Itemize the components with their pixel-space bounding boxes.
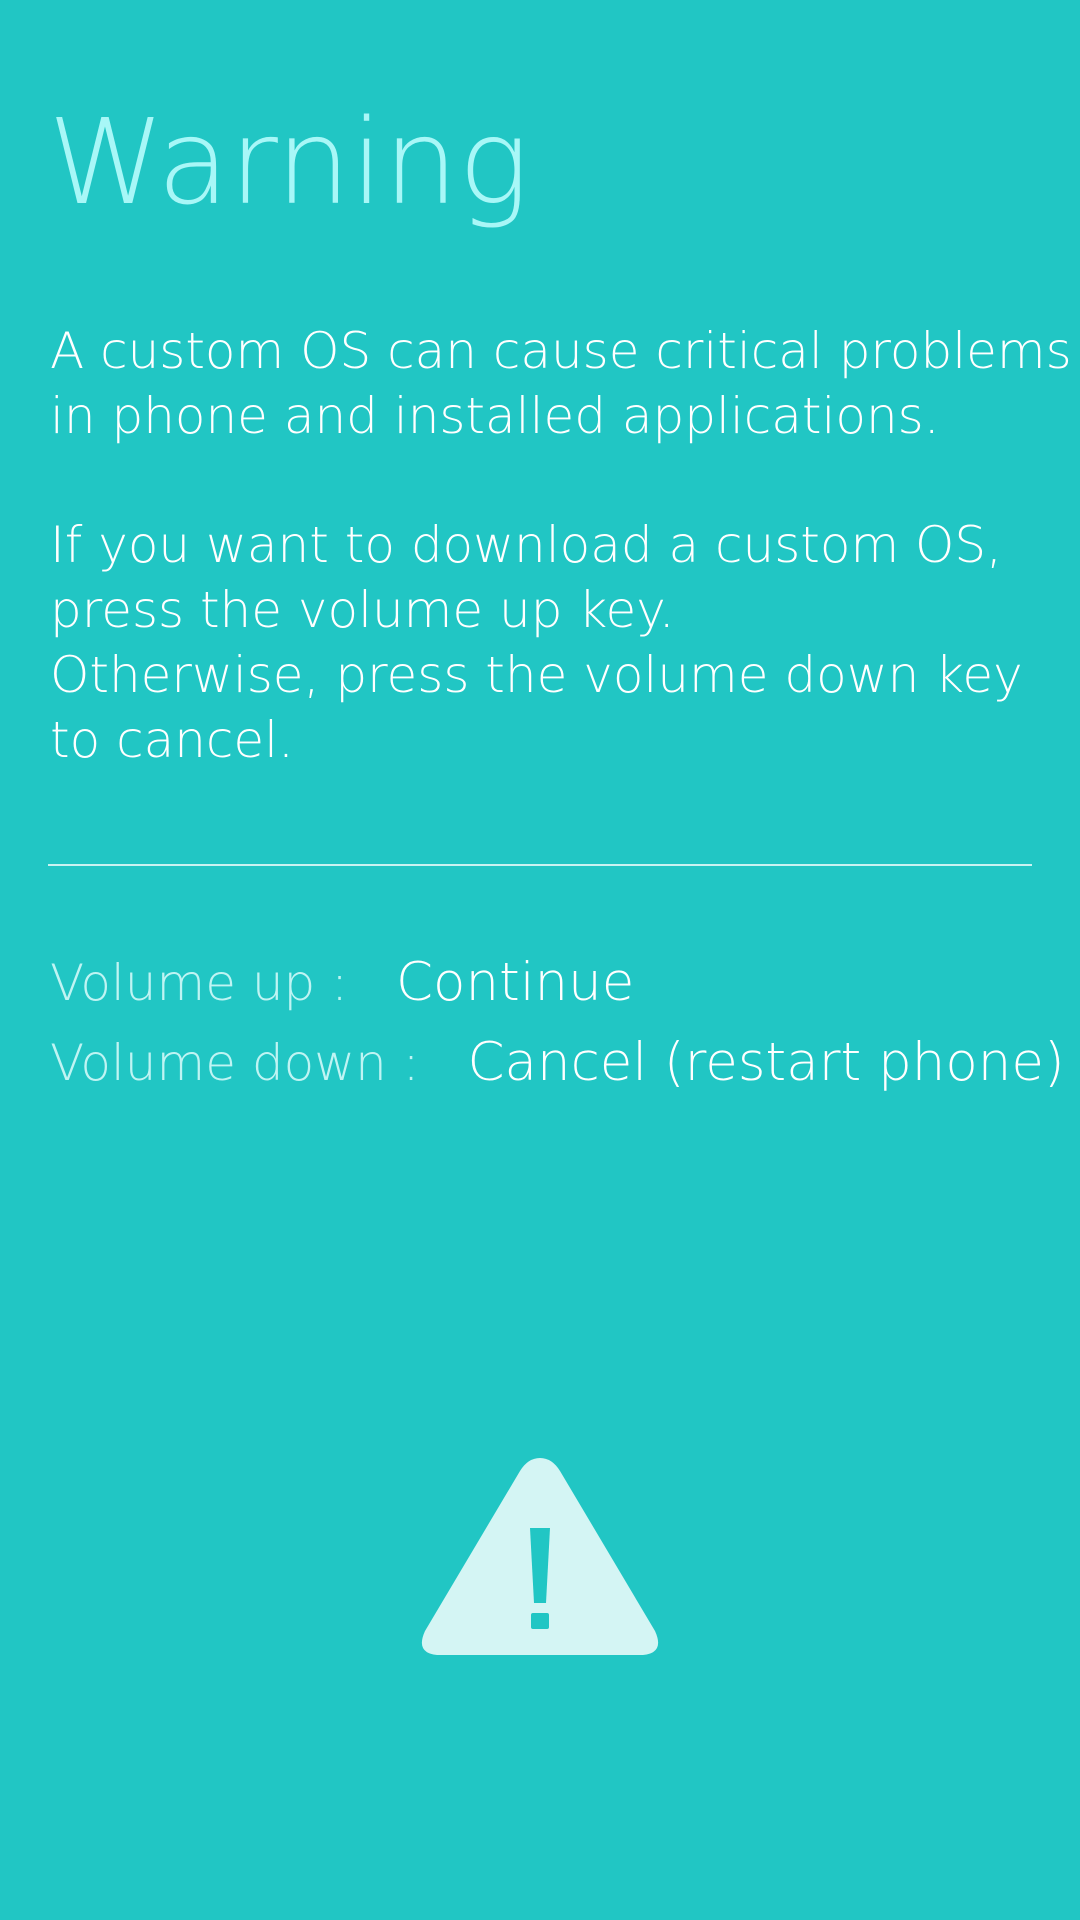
instruction-message-line: If you want to download a custom OS,	[50, 516, 1003, 574]
instruction-message-line: press the volume up key.	[50, 581, 675, 639]
download-mode-warning-screen: Warning A custom OS can cause critical p…	[0, 0, 1080, 1920]
volume-down-option[interactable]: Volume down : Cancel (restart phone)	[50, 1032, 1065, 1093]
volume-up-option[interactable]: Volume up : Continue	[50, 952, 634, 1013]
instruction-message: If you want to download a custom OS, pre…	[50, 513, 1050, 773]
cancel-restart-action[interactable]: Cancel (restart phone)	[468, 1032, 1065, 1093]
warning-message: A custom OS can cause critical problems …	[50, 319, 1072, 449]
continue-action[interactable]: Continue	[396, 952, 634, 1013]
volume-down-label: Volume down :	[50, 1034, 420, 1092]
warning-triangle-icon	[421, 1458, 659, 1655]
instruction-message-line: to cancel.	[50, 711, 294, 769]
divider	[48, 864, 1032, 866]
warning-message-line: A custom OS can cause critical problems	[50, 322, 1072, 380]
instruction-message-line: Otherwise, press the volume down key	[50, 646, 1023, 704]
page-title: Warning	[48, 93, 530, 231]
volume-up-label: Volume up :	[50, 954, 349, 1012]
warning-message-line: in phone and installed applications.	[50, 387, 940, 445]
